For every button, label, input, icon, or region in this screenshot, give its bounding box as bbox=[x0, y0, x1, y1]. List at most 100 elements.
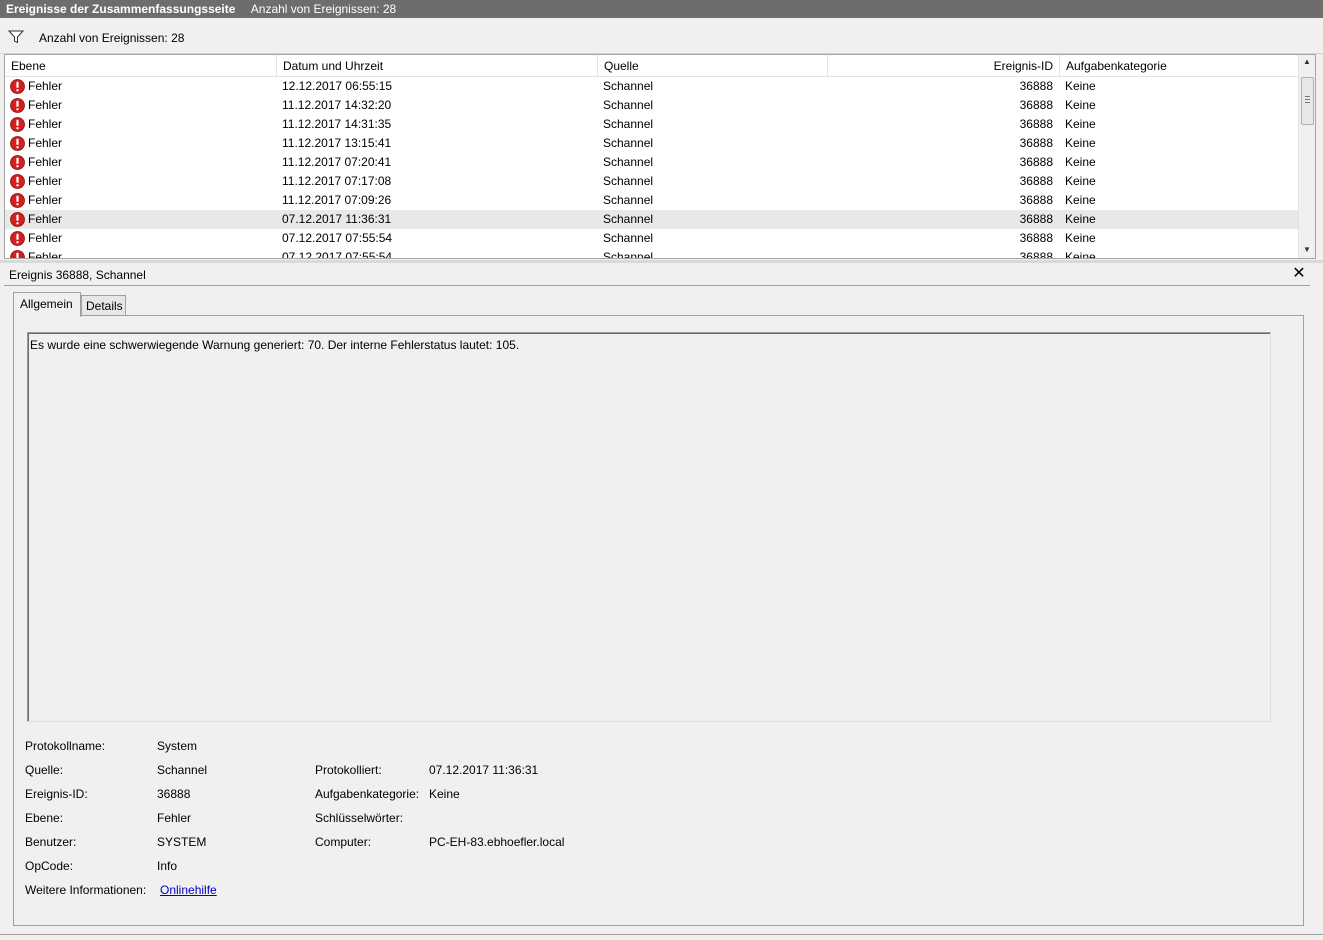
error-icon bbox=[10, 117, 25, 132]
source-value: Schannel bbox=[157, 763, 208, 777]
datetime-cell: 07.12.2017 07:55:54 bbox=[282, 231, 393, 245]
datetime-cell: 07.12.2017 11:36:31 bbox=[282, 212, 392, 226]
error-icon bbox=[10, 136, 25, 151]
table-row[interactable]: Fehler 12.12.2017 06:55:15 Schannel 36888 Ke… bbox=[5, 77, 1298, 96]
status-strip bbox=[0, 934, 1323, 940]
column-header-task-category[interactable]: Aufgabenkategorie bbox=[1060, 55, 1298, 76]
tab-general[interactable]: Allgemein bbox=[13, 292, 81, 317]
datetime-cell: 12.12.2017 06:55:15 bbox=[282, 79, 393, 93]
level-text: Fehler bbox=[28, 155, 63, 169]
task-category-cell: Keine bbox=[1065, 174, 1096, 188]
event-id-label: Ereignis-ID: bbox=[25, 787, 88, 801]
detail-header: Ereignis 36888, Schannel bbox=[4, 265, 1310, 286]
tab-details[interactable]: Details bbox=[81, 295, 126, 316]
funnel-icon[interactable] bbox=[7, 30, 25, 47]
source-cell: Schannel bbox=[603, 79, 654, 93]
task-category-cell: Keine bbox=[1065, 250, 1096, 259]
list-header: Ebene Datum und Uhrzeit Quelle Ereignis-… bbox=[5, 55, 1298, 77]
list-rows: Fehler 12.12.2017 06:55:15 Schannel 36888 Ke… bbox=[5, 77, 1298, 259]
table-row[interactable]: Fehler 11.12.2017 07:17:08 Schannel 36888 Ke… bbox=[5, 172, 1298, 191]
level-text: Fehler bbox=[28, 79, 63, 93]
datetime-cell: 11.12.2017 07:09:26 bbox=[282, 193, 392, 207]
scroll-down-arrow-icon[interactable]: ▼ bbox=[1303, 245, 1311, 254]
column-header-datetime[interactable]: Datum und Uhrzeit bbox=[277, 55, 598, 76]
window-title-bar: Ereignisse der Zusammenfassungsseite Anz… bbox=[0, 0, 1323, 18]
event-id-cell: 36888 bbox=[1019, 98, 1053, 112]
table-row[interactable]: Fehler 11.12.2017 07:20:41 Schannel 36888 Ke… bbox=[5, 153, 1298, 172]
event-id-cell: 36888 bbox=[1019, 231, 1053, 245]
event-id-cell: 36888 bbox=[1019, 193, 1053, 207]
level-text: Fehler bbox=[28, 98, 63, 112]
event-id-cell: 36888 bbox=[1019, 79, 1053, 93]
computer-label: Computer: bbox=[315, 835, 372, 849]
logged-label: Protokolliert: bbox=[315, 763, 382, 777]
column-header-event-id[interactable]: Ereignis-ID bbox=[828, 55, 1060, 76]
task-category-label: Aufgabenkategorie: bbox=[315, 787, 420, 801]
task-category-cell: Keine bbox=[1065, 193, 1096, 207]
datetime-cell: 11.12.2017 14:31:35 bbox=[282, 117, 392, 131]
scrollbar-thumb[interactable] bbox=[1301, 77, 1314, 125]
level-text: Fehler bbox=[28, 212, 63, 226]
event-id-cell: 36888 bbox=[1019, 174, 1053, 188]
task-category-cell: Keine bbox=[1065, 117, 1096, 131]
pane-splitter[interactable] bbox=[0, 260, 1323, 263]
source-cell: Schannel bbox=[603, 117, 654, 131]
datetime-cell: 11.12.2017 07:20:41 bbox=[282, 155, 392, 169]
source-cell: Schannel bbox=[603, 231, 654, 245]
event-id-cell: 36888 bbox=[1019, 155, 1053, 169]
level-label: Ebene: bbox=[25, 811, 64, 825]
task-category-cell: Keine bbox=[1065, 212, 1096, 226]
column-header-level[interactable]: Ebene bbox=[5, 55, 277, 76]
logname-label: Protokollname: bbox=[25, 739, 106, 753]
event-id-cell: 36888 bbox=[1019, 250, 1053, 259]
level-value: Fehler bbox=[157, 811, 192, 825]
source-cell: Schannel bbox=[603, 212, 654, 226]
source-label: Quelle: bbox=[25, 763, 64, 777]
level-text: Fehler bbox=[28, 117, 63, 131]
error-icon bbox=[10, 174, 25, 189]
error-icon bbox=[10, 250, 25, 258]
table-row[interactable]: Fehler 11.12.2017 14:32:20 Schannel 36888 Ke… bbox=[5, 96, 1298, 115]
event-id-cell: 36888 bbox=[1019, 117, 1053, 131]
event-count-label: Anzahl von Ereignissen: 28 bbox=[39, 31, 185, 45]
table-row[interactable]: Fehler 11.12.2017 13:15:41 Schannel 36888 Ke… bbox=[5, 134, 1298, 153]
task-category-cell: Keine bbox=[1065, 98, 1096, 112]
level-text: Fehler bbox=[28, 193, 63, 207]
task-category-cell: Keine bbox=[1065, 136, 1096, 150]
computer-value: PC-EH-83.ebhoefler.local bbox=[429, 835, 565, 849]
event-message: Es wurde eine schwerwiegende Warnung gen… bbox=[27, 332, 1271, 722]
table-row[interactable]: Fehler 07.12.2017 07:55:54 Schannel 36888 Ke… bbox=[5, 229, 1298, 248]
close-detail-button[interactable]: ✕ bbox=[1292, 266, 1306, 282]
logname-value: System bbox=[157, 739, 198, 753]
table-row[interactable]: Fehler 07.12.2017 11:36:31 Schannel 36888 Ke… bbox=[5, 210, 1298, 229]
table-row[interactable]: Fehler 11.12.2017 14:31:35 Schannel 36888 Ke… bbox=[5, 115, 1298, 134]
user-label: Benutzer: bbox=[25, 835, 77, 849]
event-id-cell: 36888 bbox=[1019, 212, 1053, 226]
task-category-value: Keine bbox=[429, 787, 460, 801]
task-category-cell: Keine bbox=[1065, 79, 1096, 93]
list-vertical-scrollbar[interactable]: ▲ ▼ bbox=[1298, 55, 1315, 258]
error-icon bbox=[10, 79, 25, 94]
error-icon bbox=[10, 212, 25, 227]
opcode-label: OpCode: bbox=[25, 859, 74, 873]
column-header-source[interactable]: Quelle bbox=[598, 55, 828, 76]
level-text: Fehler bbox=[28, 231, 63, 245]
table-row[interactable]: Fehler 11.12.2017 07:09:26 Schannel 36888 Ke… bbox=[5, 191, 1298, 210]
error-icon bbox=[10, 231, 25, 246]
source-cell: Schannel bbox=[603, 98, 654, 112]
level-text: Fehler bbox=[28, 250, 63, 259]
event-id-cell: 36888 bbox=[1019, 136, 1053, 150]
scroll-up-arrow-icon[interactable]: ▲ bbox=[1303, 57, 1311, 66]
source-cell: Schannel bbox=[603, 136, 654, 150]
level-text: Fehler bbox=[28, 174, 63, 188]
opcode-value: Info bbox=[157, 859, 178, 873]
events-list[interactable]: Ebene Datum und Uhrzeit Quelle Ereignis-… bbox=[4, 54, 1316, 259]
online-help-link[interactable]: Onlinehilfe bbox=[160, 883, 217, 897]
source-cell: Schannel bbox=[603, 155, 654, 169]
source-cell: Schannel bbox=[603, 193, 654, 207]
task-category-cell: Keine bbox=[1065, 231, 1096, 245]
table-row[interactable]: Fehler 07.12.2017 07:55:54 Schannel 36888 Ke… bbox=[5, 248, 1298, 259]
user-value: SYSTEM bbox=[157, 835, 207, 849]
datetime-cell: 11.12.2017 13:15:41 bbox=[282, 136, 392, 150]
window-event-count: Anzahl von Ereignissen: 28 bbox=[250, 2, 397, 16]
